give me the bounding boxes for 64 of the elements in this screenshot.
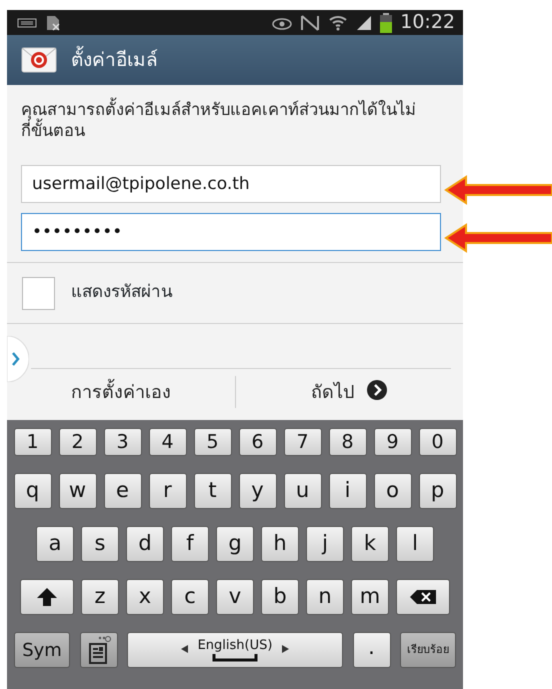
signal-icon [356, 14, 372, 30]
next-button[interactable]: ถัดไป [236, 378, 463, 406]
keyboard-key[interactable]: t [194, 473, 232, 509]
keyboard-key[interactable]: j [306, 526, 344, 562]
chevron-circle-icon [366, 378, 388, 400]
keyboard-key[interactable]: 9 [374, 428, 412, 456]
side-panel-handle[interactable] [7, 336, 29, 382]
manual-setup-button[interactable]: การตั้งค่าเอง [7, 378, 234, 406]
space-key[interactable]: English(US) [127, 632, 343, 668]
keyboard-key[interactable]: 4 [148, 428, 186, 456]
keyboard-key[interactable]: u [284, 473, 322, 509]
period-key[interactable]: . [352, 632, 390, 668]
keyboard-key[interactable]: q [14, 473, 52, 509]
keyboard-key[interactable]: g [216, 526, 254, 562]
eye-icon [272, 16, 292, 30]
keyboard-key[interactable]: k [351, 526, 389, 562]
keyboard-key[interactable]: o [374, 473, 412, 509]
backspace-key[interactable] [396, 579, 450, 615]
keyboard-key[interactable]: z [81, 579, 119, 615]
keyboard-key[interactable]: 0 [418, 428, 456, 456]
checkbox-label: แสดงรหัสผ่าน [71, 281, 173, 304]
keyboard-key[interactable]: c [171, 579, 209, 615]
password-field[interactable]: ••••••••• [21, 213, 441, 251]
show-password-checkbox[interactable] [22, 276, 55, 310]
keyboard-key[interactable]: l [396, 526, 434, 562]
symbols-key[interactable]: Sym [14, 632, 70, 668]
keyboard-key[interactable]: e [104, 473, 142, 509]
keyboard-key[interactable]: i [328, 473, 366, 509]
status-time: 10:22 [400, 10, 455, 36]
done-key[interactable]: เรียบร้อย [400, 632, 456, 668]
battery-icon [380, 12, 392, 32]
keyboard-key[interactable]: r [148, 473, 186, 509]
wifi-icon [328, 14, 348, 32]
keyboard-key[interactable]: 2 [58, 428, 96, 456]
clipboard-key[interactable] [80, 632, 118, 668]
keyboard-key[interactable]: n [306, 579, 344, 615]
keyboard-key[interactable]: 6 [238, 428, 276, 456]
language-label: English(US) [198, 637, 272, 655]
keyboard-key[interactable]: 1 [14, 428, 52, 456]
keyboard-key[interactable]: s [81, 526, 119, 562]
keyboard-key[interactable]: x [126, 579, 164, 615]
keyboard-key[interactable]: f [171, 526, 209, 562]
keyboard-key[interactable]: d [126, 526, 164, 562]
email-app-icon [21, 47, 57, 73]
shift-icon [36, 587, 58, 607]
keyboard-key[interactable]: a [36, 526, 74, 562]
sim-card-icon [45, 14, 61, 30]
keyboard-key[interactable]: 5 [194, 428, 232, 456]
keyboard-icon [17, 18, 37, 28]
keyboard-key[interactable]: 7 [284, 428, 322, 456]
keyboard-key[interactable]: m [351, 579, 389, 615]
keyboard-key[interactable]: 8 [328, 428, 366, 456]
keyboard-key[interactable]: p [418, 473, 456, 509]
header-title: ตั้งค่าอีเมล์ [71, 46, 158, 74]
keyboard-key[interactable]: y [238, 473, 276, 509]
keyboard-key[interactable]: v [216, 579, 254, 615]
intro-text: คุณสามารถตั้งค่าอีเมล์สำหรับแอคเคาท์ส่วนมากได้ในไม่กี่ขั้นตอน [21, 99, 421, 141]
keyboard-key[interactable]: 3 [104, 428, 142, 456]
keyboard-key[interactable]: w [58, 473, 96, 509]
email-field[interactable]: usermail@tpipolene.co.th [21, 165, 441, 203]
keyboard-key[interactable]: b [261, 579, 299, 615]
shift-key[interactable] [20, 579, 74, 615]
keyboard-key[interactable]: h [261, 526, 299, 562]
backspace-icon [409, 589, 437, 605]
